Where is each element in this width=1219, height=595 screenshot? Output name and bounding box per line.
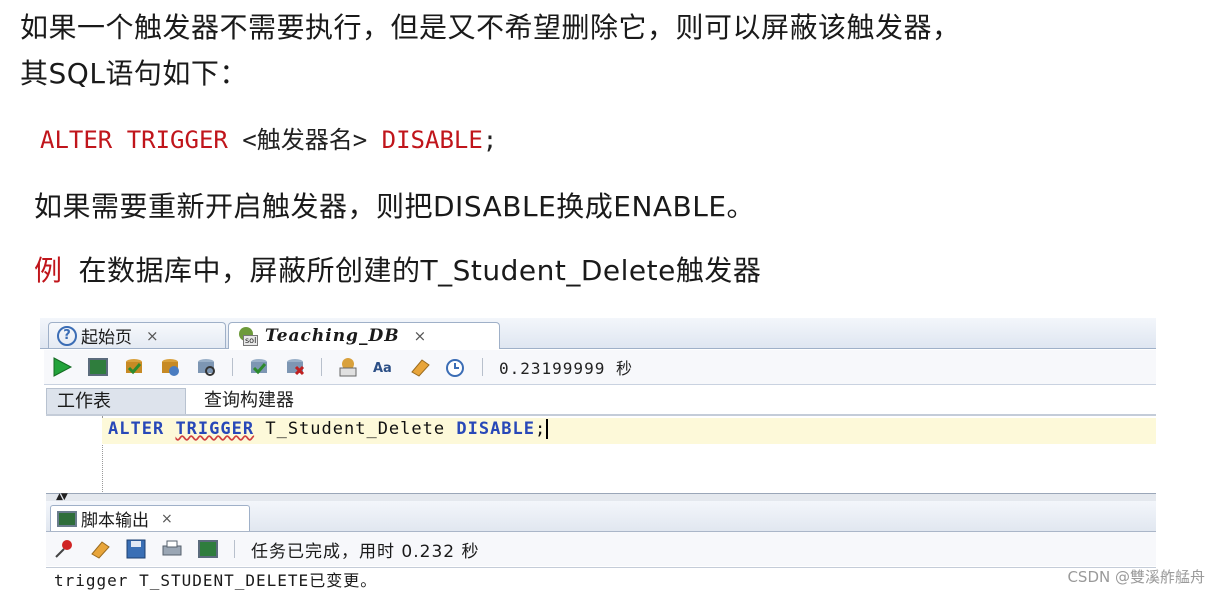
script-icon <box>88 358 108 376</box>
code-keyword-disable: DISABLE <box>456 419 536 439</box>
svg-text:Aa: Aa <box>373 361 392 376</box>
toolbar-separator <box>234 540 235 558</box>
tab-start-label: 起始页 <box>81 328 132 348</box>
output-tabbar: 脚本输出 × <box>46 501 1156 532</box>
help-icon: ? <box>57 325 77 346</box>
db-delete-icon <box>287 359 305 376</box>
close-icon[interactable]: × <box>414 327 427 345</box>
syntax-semicolon: ; <box>482 126 498 154</box>
example-text: 在数据库中，屏蔽所创建的T_Student_Delete触发器 <box>78 254 762 287</box>
run-statement-button[interactable] <box>48 354 76 380</box>
worksheet-subtabs: 工作表 查询构建器 <box>46 386 1156 415</box>
tab-query-builder[interactable]: 查询构建器 <box>194 388 304 414</box>
toolbar-separator <box>321 358 322 376</box>
commit-button[interactable] <box>120 354 148 380</box>
code-semicolon: ; <box>535 419 547 439</box>
clear-button[interactable] <box>406 354 434 380</box>
editor-tabbar: ? 起始页 × Teaching_DB × <box>40 318 1156 349</box>
syntax-keyword-alter: ALTER TRIGGER <box>40 126 243 154</box>
db-trace-icon <box>251 359 267 375</box>
tab-script-output[interactable]: 脚本输出 × <box>50 505 250 531</box>
pin-button[interactable] <box>50 536 78 562</box>
execution-time: 0.23199999 秒 <box>499 359 633 378</box>
sql-editor[interactable]: ALTER TRIGGER T_Student_Delete DISABLE; <box>46 415 1156 494</box>
tab-db-label: Teaching_DB <box>265 326 400 346</box>
example-tag: 例 <box>34 254 63 287</box>
close-icon[interactable]: × <box>146 327 159 345</box>
db-commit-icon <box>126 359 142 375</box>
text-case-icon: Aa <box>373 361 392 376</box>
tab-start-page[interactable]: ? 起始页 × <box>48 322 226 348</box>
editor-gutter <box>66 416 103 494</box>
toolbar-separator <box>482 358 483 376</box>
close-icon[interactable]: × <box>161 511 173 527</box>
print-icon <box>162 540 182 556</box>
eraser-icon <box>91 541 110 559</box>
print-button[interactable] <box>158 536 186 562</box>
ide-screenshot: ? 起始页 × Teaching_DB × Aa 0.23199999 秒 工作… <box>40 318 1156 595</box>
doc-example: 例在数据库中，屏蔽所创建的T_Student_Delete触发器 <box>34 249 761 289</box>
script-output-icon <box>57 510 77 527</box>
sql-history-icon <box>339 358 357 377</box>
syntax-placeholder: <触发器名> <box>242 126 368 154</box>
output-toolbar: 任务已完成，用时 0.232 秒 <box>46 532 1156 566</box>
db-action-button[interactable] <box>281 354 309 380</box>
code-identifier: T_Student_Delete <box>265 419 446 439</box>
task-status: 任务已完成，用时 0.232 秒 <box>251 541 480 562</box>
run-script-button[interactable] <box>84 354 112 380</box>
script-icon <box>198 540 218 558</box>
syntax-keyword-disable: DISABLE <box>367 126 483 154</box>
script-output-label: 脚本输出 <box>81 511 149 531</box>
rollback-button[interactable] <box>156 354 184 380</box>
code-keyword-alter: ALTER <box>108 419 165 439</box>
explain-plan-button[interactable] <box>192 354 220 380</box>
worksheet-toolbar: Aa 0.23199999 秒 <box>44 350 1156 385</box>
tab-teaching-db[interactable]: Teaching_DB × <box>228 322 500 349</box>
code-keyword-trigger: TRIGGER <box>175 419 255 439</box>
output-view-button[interactable] <box>194 536 222 562</box>
save-button[interactable] <box>122 536 150 562</box>
autotrace-button[interactable] <box>245 354 273 380</box>
tab-worksheet[interactable]: 工作表 <box>46 388 186 414</box>
sql-tuning-button[interactable] <box>442 354 470 380</box>
text-caret <box>546 419 549 439</box>
sql-history-button[interactable] <box>334 354 362 380</box>
clear-output-button[interactable] <box>86 536 114 562</box>
watermark: CSDN @雙溪舴艋舟 <box>1067 568 1205 586</box>
clock-icon <box>446 359 464 377</box>
eraser-icon <box>411 359 430 377</box>
editor-code-line[interactable]: ALTER TRIGGER T_Student_Delete DISABLE; <box>108 419 549 439</box>
sql-worksheet-icon <box>237 327 259 346</box>
doc-text-line-enable: 如果需要重新开启触发器，则把DISABLE换成ENABLE。 <box>34 190 756 223</box>
doc-text-line-2: 其SQL语句如下： <box>20 57 248 90</box>
to-upper-lower-button[interactable]: Aa <box>370 354 398 380</box>
play-icon <box>53 357 73 377</box>
toolbar-separator <box>232 358 233 376</box>
script-output-text: trigger T_STUDENT_DELETE已变更。 <box>46 567 1156 595</box>
db-rollback-icon <box>162 359 179 376</box>
sql-syntax: ALTER TRIGGER <触发器名> DISABLE; <box>40 120 497 155</box>
doc-text-line-1: 如果一个触发器不需要执行，但是又不希望删除它，则可以屏蔽该触发器， <box>20 11 961 44</box>
db-explain-icon <box>198 359 215 376</box>
save-icon <box>126 539 146 559</box>
pin-icon <box>55 540 72 558</box>
